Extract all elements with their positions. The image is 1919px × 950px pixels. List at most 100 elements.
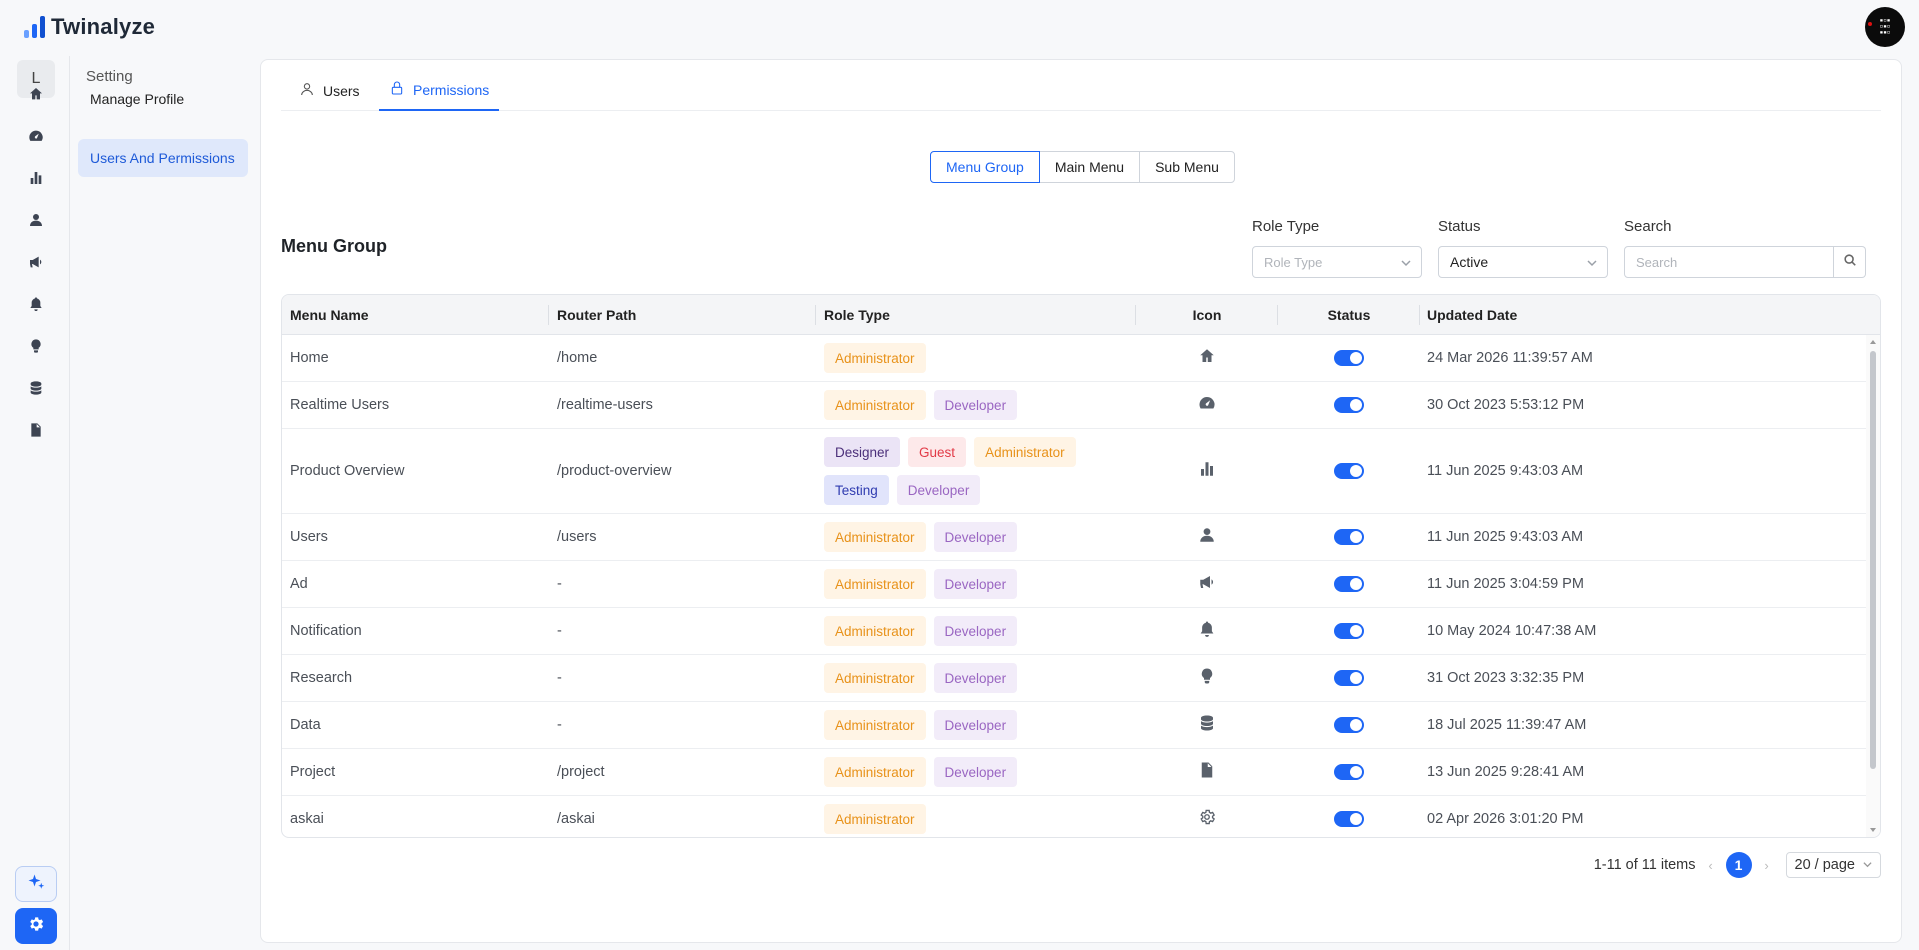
rail-bell-button[interactable] [24, 294, 48, 318]
table-row[interactable]: Notification - Administrator Developer 10 Ma… [282, 608, 1866, 655]
page-button-current[interactable]: 1 [1725, 852, 1752, 878]
role-tag: Developer [933, 757, 1018, 787]
role-tags: Administrator Developer [824, 522, 1124, 552]
rail-user-button[interactable] [24, 210, 48, 234]
rail-megaphone-button[interactable] [24, 252, 48, 276]
status-toggle[interactable] [1334, 529, 1364, 545]
menu-name-cell: Home [290, 350, 329, 366]
prev-page-icon[interactable]: ‹ [1704, 858, 1718, 873]
role-tag: Administrator [824, 569, 926, 599]
updated-date-cell: 10 May 2024 10:47:38 AM [1427, 623, 1597, 639]
settings-button[interactable] [15, 908, 57, 944]
table-row[interactable]: Product Overview/product-overview Designe… [282, 429, 1866, 514]
router-path-cell: /realtime-users [557, 397, 653, 413]
menu-group-table: Menu Name Router Path Role Type Icon Sta… [281, 294, 1881, 838]
role-tags: Administrator Developer [824, 663, 1124, 693]
menu-name-cell: Notification [290, 623, 362, 639]
role-tag: Developer [933, 390, 1018, 420]
app-name: Twinalyze [51, 14, 156, 39]
lock-icon [389, 80, 405, 99]
role-type-select[interactable]: Role Type [1252, 246, 1422, 278]
database-icon [1198, 714, 1216, 736]
status-toggle[interactable] [1334, 811, 1364, 827]
status-value: Active [1450, 254, 1489, 270]
segment-main-menu[interactable]: Main Menu [1038, 151, 1141, 183]
role-tag: Designer [824, 437, 901, 467]
search-input[interactable]: Search [1624, 246, 1834, 278]
subnav-item-users-and-permissions[interactable]: Users And Permissions [78, 139, 248, 177]
table-header: Menu Name Router Path Role Type Icon Sta… [282, 295, 1880, 335]
router-path-cell: /project [557, 764, 605, 780]
sparkle-icon [27, 873, 45, 896]
scroll-thumb[interactable] [1870, 351, 1876, 769]
scroll-up-icon[interactable] [1870, 340, 1876, 344]
rail-lightbulb-button[interactable] [24, 336, 48, 360]
table-row[interactable]: Realtime Users/realtime-users Administrat… [282, 382, 1866, 429]
page-size-select[interactable]: 20 / page [1785, 852, 1881, 878]
table-row[interactable]: Project/project Administrator Developer 13 … [282, 749, 1866, 796]
search-button[interactable] [1834, 246, 1866, 278]
menu-name-cell: Realtime Users [290, 397, 390, 413]
gear-icon [1198, 808, 1216, 830]
updated-date-cell: 11 Jun 2025 3:04:59 PM [1427, 576, 1584, 592]
subnav-item-manage-profile[interactable]: Manage Profile [78, 80, 248, 118]
scroll-down-icon[interactable] [1870, 828, 1876, 832]
role-tag: Administrator [824, 663, 926, 693]
status-toggle[interactable] [1334, 576, 1364, 592]
dashboard-icon [28, 128, 44, 149]
col-router-path: Router Path [557, 307, 637, 323]
search-label: Search [1624, 218, 1672, 235]
table-row[interactable]: Data - Administrator Developer 18 Jul 2025 1… [282, 702, 1866, 749]
role-tag: Administrator [824, 757, 926, 787]
menu-name-cell: askai [290, 811, 324, 827]
rail-database-button[interactable] [24, 378, 48, 402]
rail-home-button[interactable] [24, 84, 48, 108]
updated-date-cell: 31 Oct 2023 3:32:35 PM [1427, 670, 1585, 686]
role-tag: Testing [824, 475, 889, 505]
sparkle-button[interactable] [15, 866, 57, 902]
table-row[interactable]: askai/askai Administrator 02 Apr 2026 3:01… [282, 796, 1866, 837]
rail-file-button[interactable] [24, 420, 48, 444]
rail-bar-chart-button[interactable] [24, 168, 48, 192]
status-toggle[interactable] [1334, 670, 1364, 686]
segment-menu-group[interactable]: Menu Group [930, 151, 1040, 183]
main-panel: Users Permissions Menu Group Main Menu S… [260, 59, 1902, 943]
gear-icon [27, 915, 45, 938]
file-icon [1198, 761, 1216, 783]
table-row[interactable]: Research - Administrator Developer 31 Oct 20… [282, 655, 1866, 702]
bell-icon [28, 296, 44, 317]
app-logo[interactable]: Twinalyze [24, 14, 155, 40]
table-row[interactable]: Ad - Administrator Developer 11 Jun 2025 3:0… [282, 561, 1866, 608]
rail-dashboard-button[interactable] [24, 126, 48, 150]
icon-rail: L [0, 56, 70, 950]
tab-users[interactable]: Users [289, 70, 370, 111]
next-page-icon[interactable]: › [1760, 858, 1774, 873]
segment-sub-menu[interactable]: Sub Menu [1139, 151, 1235, 183]
user-avatar[interactable]: ▪▫▪ ▫▪▫ ▪▪▫ [1865, 7, 1905, 47]
role-tag: Developer [933, 522, 1018, 552]
table-row[interactable]: Home/home Administrator 24 Mar 2026 11:39:… [282, 335, 1866, 382]
status-toggle[interactable] [1334, 397, 1364, 413]
tab-permissions[interactable]: Permissions [379, 70, 500, 111]
menu-name-cell: Research [290, 670, 353, 686]
col-menu-name: Menu Name [290, 307, 369, 323]
table-scrollbar[interactable] [1866, 335, 1880, 837]
menu-name-cell: Project [290, 764, 336, 780]
status-toggle[interactable] [1334, 717, 1364, 733]
status-toggle[interactable] [1334, 350, 1364, 366]
role-tags: Administrator Developer [824, 569, 1124, 599]
status-select[interactable]: Active [1438, 246, 1608, 278]
chevron-down-icon [1863, 857, 1872, 873]
role-tag: Administrator [824, 804, 926, 834]
updated-date-cell: 13 Jun 2025 9:28:41 AM [1427, 764, 1585, 780]
megaphone-icon [28, 254, 44, 275]
status-toggle[interactable] [1334, 463, 1364, 479]
role-tag: Guest [908, 437, 967, 467]
role-tag: Administrator [974, 437, 1076, 467]
status-toggle[interactable] [1334, 623, 1364, 639]
tab-label: Permissions [413, 81, 490, 98]
table-row[interactable]: Users/users Administrator Developer 11 Jun … [282, 514, 1866, 561]
router-path-cell: - [557, 670, 562, 686]
role-tags: Administrator Developer [824, 710, 1124, 740]
status-toggle[interactable] [1334, 764, 1364, 780]
